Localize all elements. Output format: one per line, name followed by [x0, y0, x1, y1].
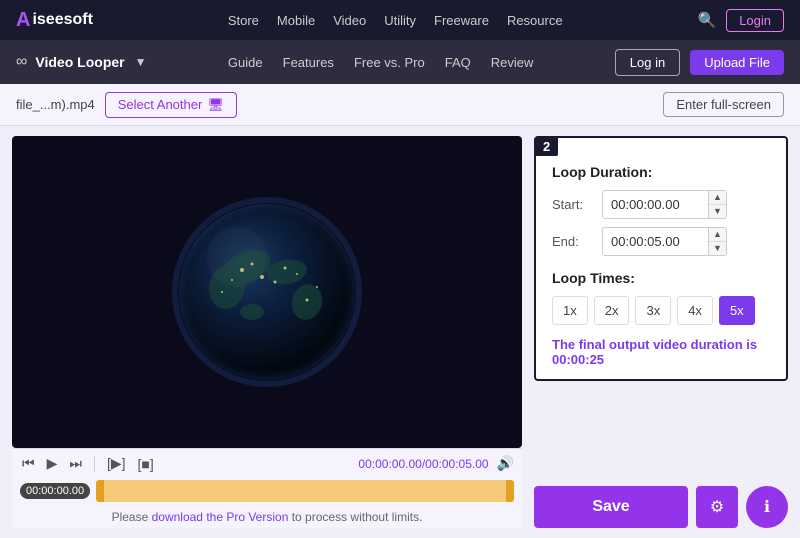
- loop-settings-panel: 2 Loop Duration: Start: ▲ ▼ End: ▲: [534, 136, 788, 381]
- logo-text: iseesoft: [32, 11, 92, 29]
- loop-3x-button[interactable]: 3x: [635, 296, 671, 325]
- end-time-spinners: ▲ ▼: [708, 228, 726, 255]
- control-separator: [94, 456, 95, 472]
- nav-store[interactable]: Store: [228, 13, 259, 28]
- volume-icon[interactable]: 🔊: [497, 455, 514, 472]
- video-container: [12, 136, 522, 448]
- sub-navigation: ∞ Video Looper ▼ Guide Features Free vs.…: [0, 40, 800, 84]
- end-spinner-up[interactable]: ▲: [709, 228, 726, 242]
- download-notice: Please download the Pro Version to proce…: [12, 506, 522, 528]
- pro-version-link[interactable]: download the Pro Version: [152, 510, 289, 524]
- start-time-spinners: ▲ ▼: [708, 191, 726, 218]
- top-nav-right: 🔍 Login: [698, 9, 785, 32]
- nav-mobile[interactable]: Mobile: [277, 13, 315, 28]
- start-time-input-wrap: ▲ ▼: [602, 190, 727, 219]
- nav-freeware[interactable]: Freeware: [434, 13, 489, 28]
- main-content: ⏮ ▶ ⏭ [▶] [■] 00:00:00.00/00:00:05.00 🔊 …: [0, 126, 800, 538]
- nav-video[interactable]: Video: [333, 13, 366, 28]
- fullscreen-button[interactable]: Enter full-screen: [663, 92, 784, 117]
- end-time-input-wrap: ▲ ▼: [602, 227, 727, 256]
- loop-2x-button[interactable]: 2x: [594, 296, 630, 325]
- tool-title-area: ∞ Video Looper ▼: [16, 53, 147, 71]
- progress-handle-left[interactable]: [96, 480, 104, 502]
- notice-text-after: to process without limits.: [288, 510, 422, 524]
- file-toolbar: file_...m).mp4 Select Another 🖥 Enter fu…: [0, 84, 800, 126]
- sub-nav-free-vs-pro[interactable]: Free vs. Pro: [354, 55, 425, 70]
- sub-nav-review[interactable]: Review: [491, 55, 534, 70]
- end-time-input[interactable]: [603, 231, 708, 252]
- end-time-row: End: ▲ ▼: [552, 227, 770, 256]
- step-forward-button[interactable]: ⏭: [67, 453, 84, 474]
- loop-1x-button[interactable]: 1x: [552, 296, 588, 325]
- dropdown-arrow-icon[interactable]: ▼: [135, 55, 147, 69]
- right-panel: 2 Loop Duration: Start: ▲ ▼ End: ▲: [534, 136, 788, 528]
- sub-nav-right: Log in Upload File: [615, 49, 784, 76]
- save-button[interactable]: Save: [534, 486, 688, 528]
- toolbar-left: file_...m).mp4 Select Another 🖥: [16, 92, 237, 118]
- start-time-row: Start: ▲ ▼: [552, 190, 770, 219]
- video-panel: ⏮ ▶ ⏭ [▶] [■] 00:00:00.00/00:00:05.00 🔊 …: [12, 136, 522, 528]
- mark-out-button[interactable]: [■]: [136, 454, 156, 474]
- tool-name: Video Looper: [35, 54, 124, 70]
- mark-in-button[interactable]: [▶]: [105, 453, 128, 474]
- start-spinner-up[interactable]: ▲: [709, 191, 726, 205]
- current-time: 00:00:00.00: [358, 457, 421, 471]
- progress-handle-right[interactable]: [506, 480, 514, 502]
- loop-times-label: Loop Times:: [552, 270, 770, 286]
- nav-resource[interactable]: Resource: [507, 13, 563, 28]
- output-duration-text: The final output video duration is: [552, 337, 757, 352]
- sub-nav-guide[interactable]: Guide: [228, 55, 263, 70]
- settings-button[interactable]: ⚙: [696, 486, 738, 528]
- save-area: Save ⚙ ℹ: [534, 486, 788, 528]
- select-another-label: Select Another: [118, 97, 203, 112]
- end-spinner-down[interactable]: ▼: [709, 242, 726, 255]
- start-time-input[interactable]: [603, 194, 708, 215]
- video-controls: ⏮ ▶ ⏭ [▶] [■] 00:00:00.00/00:00:05.00 🔊: [12, 448, 522, 478]
- sub-login-button[interactable]: Log in: [615, 49, 680, 76]
- loop-times-buttons: 1x 2x 3x 4x 5x: [552, 296, 770, 325]
- search-button[interactable]: 🔍: [698, 11, 717, 29]
- login-button[interactable]: Login: [726, 9, 784, 32]
- loop-duration-label: Loop Duration:: [552, 164, 770, 180]
- top-nav-links: Store Mobile Video Utility Freeware Reso…: [228, 13, 563, 28]
- progress-fill: [96, 480, 514, 502]
- start-label: Start:: [552, 197, 592, 212]
- sub-nav-links: Guide Features Free vs. Pro FAQ Review: [228, 55, 533, 70]
- logo-icon: A: [16, 9, 30, 32]
- brand-logo: A iseesoft: [16, 9, 93, 32]
- progress-track[interactable]: [96, 480, 514, 502]
- video-preview: [12, 136, 522, 448]
- sub-nav-features[interactable]: Features: [283, 55, 334, 70]
- nav-utility[interactable]: Utility: [384, 13, 416, 28]
- loop-4x-button[interactable]: 4x: [677, 296, 713, 325]
- logo-area: A iseesoft: [16, 9, 93, 32]
- output-duration-value: 00:00:25: [552, 352, 604, 367]
- select-another-button[interactable]: Select Another 🖥: [105, 92, 237, 118]
- total-time: /00:00:05.00: [422, 457, 489, 471]
- end-label: End:: [552, 234, 592, 249]
- upload-file-button[interactable]: Upload File: [690, 50, 784, 75]
- timeline-bar: 00:00:00.00: [12, 478, 522, 506]
- step-badge: 2: [535, 137, 558, 156]
- loop-icon: ∞: [16, 53, 27, 71]
- sub-nav-faq[interactable]: FAQ: [445, 55, 471, 70]
- info-button[interactable]: ℹ: [746, 486, 788, 528]
- earth-graphic: [167, 192, 367, 392]
- time-display: 00:00:00.00/00:00:05.00: [358, 457, 488, 471]
- monitor-icon: 🖥: [207, 97, 224, 113]
- loop-5x-button[interactable]: 5x: [719, 296, 755, 325]
- top-navigation: A iseesoft Store Mobile Video Utility Fr…: [0, 0, 800, 40]
- start-spinner-down[interactable]: ▼: [709, 205, 726, 218]
- output-duration: The final output video duration is 00:00…: [552, 337, 770, 367]
- step-back-button[interactable]: ⏮: [20, 453, 37, 474]
- notice-text-before: Please: [112, 510, 152, 524]
- timestamp-badge: 00:00:00.00: [20, 483, 90, 499]
- play-button[interactable]: ▶: [45, 453, 60, 474]
- filename-label: file_...m).mp4: [16, 97, 95, 112]
